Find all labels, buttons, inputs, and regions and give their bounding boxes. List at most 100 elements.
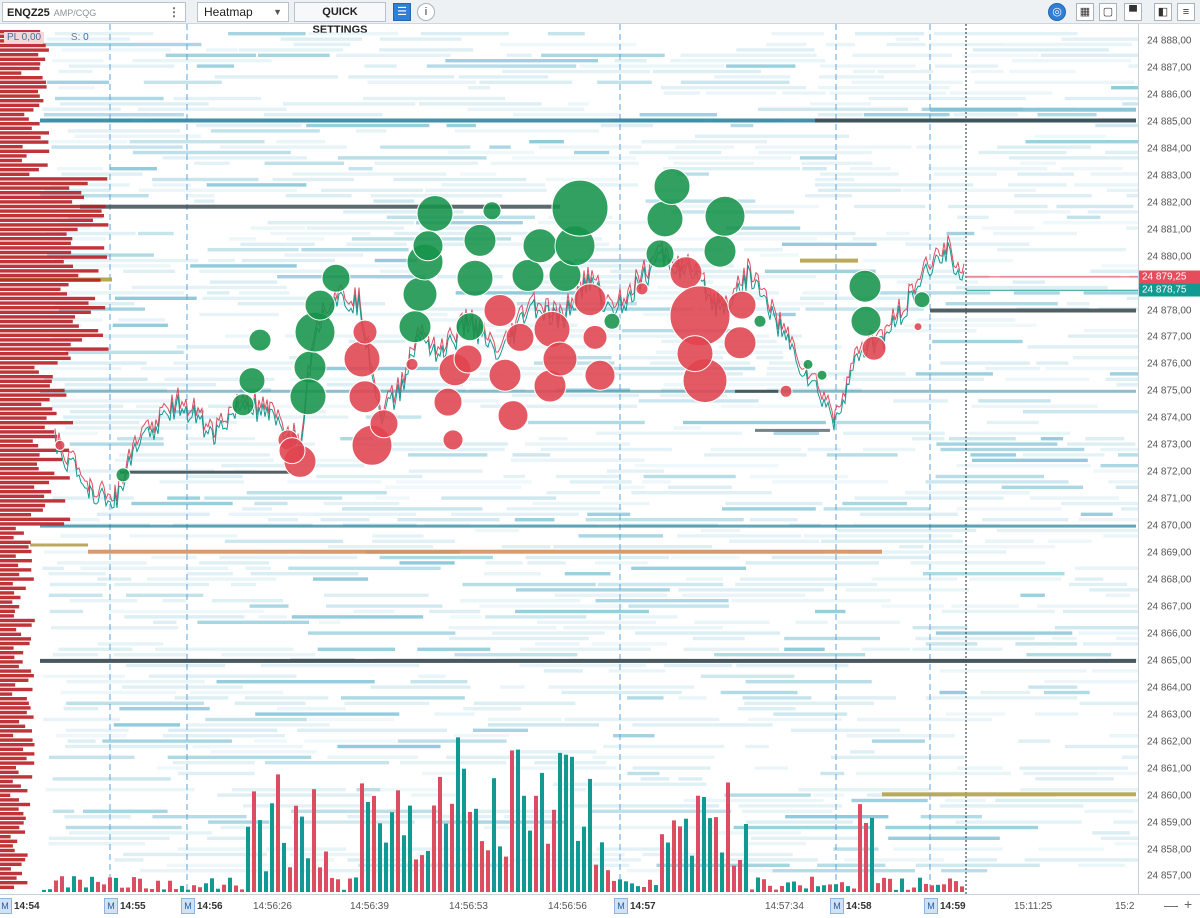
filter-icon[interactable]: ☰ [393,3,411,21]
heat-cell [1092,831,1130,835]
heat-cell [1126,226,1138,230]
heat-cell [1083,291,1138,295]
heat-cell [852,53,953,57]
dom-icon[interactable]: ▦ [1076,3,1094,21]
minute-marker[interactable]: M [0,898,12,914]
profile-bar [0,296,96,301]
price-axis[interactable]: 24 888,00 24 887,00 24 886,00 24 885,00 24 8… [1138,24,1200,909]
heat-cell [231,582,257,587]
heat-cell [736,48,815,52]
heat-cell [868,96,1026,101]
profile-bar [0,793,11,797]
volume-bar [936,884,940,892]
profile-bar [0,825,20,830]
pnl-label: PL [7,32,19,43]
heat-cell [194,199,215,203]
profile-bar [0,802,31,807]
layout-icon[interactable]: ◧ [1154,3,1172,21]
heat-cell [1045,366,1138,371]
heat-cell [1078,518,1138,522]
profile-bar [0,844,13,848]
heat-cell [660,86,806,90]
profile-bar [0,439,33,443]
symbol-selector[interactable]: ENQZ25 AMP/CQG ⋮ [2,2,186,22]
heat-cell [929,42,1006,47]
minute-marker[interactable]: M [830,898,844,914]
heat-cell [287,480,382,484]
heat-cell [603,744,725,749]
symbol-menu-icon[interactable]: ⋮ [168,3,180,21]
heat-cell [978,399,1051,403]
volume-bar [858,804,862,892]
minute-marker[interactable]: M [924,898,938,914]
heat-cell [165,53,256,57]
profile-bar [0,204,106,209]
heat-cell [632,723,773,727]
template-icon[interactable]: ▀ [1124,3,1142,21]
heat-cell [945,302,1058,306]
heat-cell [905,491,1030,495]
heat-cell [1126,296,1138,300]
info-icon[interactable]: i [417,3,435,21]
buy-trade-bubble [913,291,931,309]
minute-marker[interactable]: M [181,898,195,914]
volume-bar [66,887,70,892]
heat-cell [968,431,1071,435]
price-tick-label: 24 873,00 [1147,439,1192,451]
volume-bar [450,803,454,892]
mode-select[interactable]: Heatmap ▼ [197,2,289,22]
heat-cell [207,291,230,295]
heat-cell [928,167,1048,171]
price-tick-label: 24 869,00 [1147,547,1192,559]
heat-cell [62,291,184,295]
heat-cell [642,480,671,484]
minute-marker[interactable]: M [104,898,118,914]
volume-bar [468,811,472,892]
heat-cell [386,215,535,219]
mouse-icon[interactable]: ▢ [1099,3,1117,21]
profile-bar [0,637,31,641]
heat-cell [843,431,945,435]
heat-cell [720,404,831,408]
time-axis[interactable]: — + M 14:54 M 14:55 M 14:56 14:56:26 14:56:39 14… [0,894,1200,918]
quick-settings-button[interactable]: QUICK SETTINGS [294,2,386,36]
heat-cell [46,80,110,84]
heat-cell [364,64,397,68]
heat-cell [784,636,880,641]
profile-bar [0,761,35,765]
profile-bar [0,434,58,439]
heat-cell [566,766,617,770]
heat-cell [578,534,664,538]
heat-cell [802,167,827,171]
heat-cell [704,453,807,457]
settings-icon[interactable]: ≡ [1177,3,1195,21]
heat-cell [850,167,891,171]
heat-cell [137,107,287,111]
heatmap-chart[interactable] [0,24,1138,894]
zoom-out-button[interactable]: — [1164,897,1178,913]
heat-cell [862,447,916,452]
heat-cell [724,793,811,797]
volume-bar [918,877,922,892]
heat-cell [743,842,806,846]
heat-cell [962,53,1039,57]
chat-icon[interactable]: ◎ [1048,3,1066,21]
heat-cell [856,771,1012,776]
volume-bar [150,889,154,892]
time-tick-label: 14:56:53 [449,901,488,912]
zoom-in-button[interactable]: + [1184,896,1192,912]
time-tick-label: 14:57 [630,901,656,912]
heat-cell [342,507,483,511]
heat-cell [1022,453,1105,457]
heat-cell [1066,215,1101,219]
volume-bar [528,830,532,892]
heat-cell [138,231,174,236]
heat-cell [1005,377,1090,381]
heat-cell [1108,480,1138,484]
minute-marker[interactable]: M [614,898,628,914]
profile-bar [0,710,27,715]
volume-bar [654,885,658,892]
time-tick-label: 14:58 [846,901,872,912]
profile-bar [0,503,46,508]
toolbar: ENQZ25 AMP/CQG ⋮ Heatmap ▼ QUICK SETTINGS… [0,0,1200,36]
